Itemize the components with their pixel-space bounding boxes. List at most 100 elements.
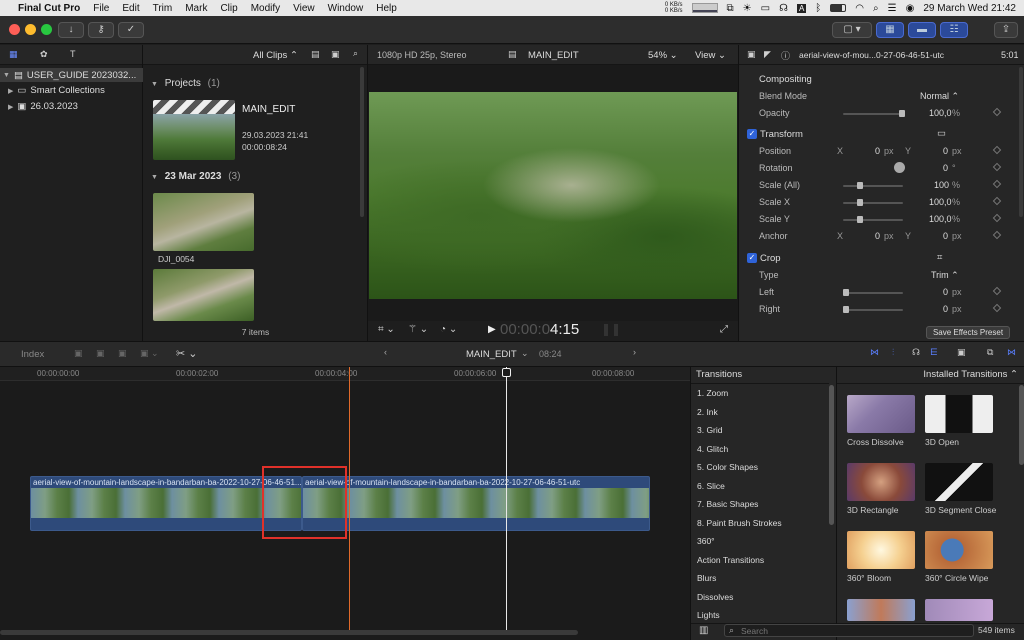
category-basic-shapes[interactable]: 7. Basic Shapes — [697, 499, 758, 509]
background-tasks-button[interactable]: ✓ — [118, 22, 144, 38]
clip-skimming-icon[interactable]: ⋈ — [870, 347, 879, 358]
clip-thumbnail[interactable] — [153, 269, 254, 321]
category-lights[interactable]: Lights — [697, 610, 720, 620]
crop-right-slider[interactable] — [843, 309, 903, 311]
scale-x-slider[interactable] — [843, 202, 903, 204]
share-button[interactable]: ⇪ — [994, 22, 1018, 38]
category-ink[interactable]: 2. Ink — [697, 407, 718, 417]
append-clip-icon[interactable]: ▣ — [118, 348, 127, 359]
crop-checkbox[interactable]: ✓ — [747, 253, 757, 263]
chevron-down-icon[interactable]: ⌄ — [521, 348, 529, 359]
menu-view[interactable]: View — [293, 3, 315, 14]
keyframe-icon[interactable] — [992, 145, 1002, 155]
playhead-handle[interactable] — [502, 368, 511, 377]
history-back-icon[interactable]: ‹ — [384, 347, 387, 357]
crop-left-slider-knob[interactable] — [843, 289, 849, 296]
transition-thumbnail[interactable] — [847, 463, 915, 501]
info-icon[interactable]: ⓘ — [781, 49, 790, 62]
keyframe-icon[interactable] — [992, 286, 1002, 296]
opacity-slider-knob[interactable] — [899, 110, 905, 117]
timeline-scrollbar[interactable] — [0, 630, 578, 635]
keyframe-icon[interactable] — [992, 196, 1002, 206]
timecode-display[interactable]: 00:00:04:15 — [500, 321, 579, 338]
inspector-scrollbar[interactable] — [1019, 67, 1023, 217]
category-360[interactable]: 360° — [697, 536, 715, 546]
keyframe-icon[interactable] — [992, 107, 1002, 117]
categories-scrollbar[interactable] — [829, 385, 834, 525]
menu-mark[interactable]: Mark — [185, 3, 207, 14]
menu-help[interactable]: Help — [376, 3, 397, 14]
transform-tool-icon[interactable]: ⌗ ⌄ — [378, 324, 395, 335]
category-dissolves[interactable]: Dissolves — [697, 592, 733, 602]
transition-thumbnail[interactable] — [847, 531, 915, 569]
timeline-ruler[interactable]: 00:00:00:00 00:00:02:00 00:00:04:00 00:0… — [0, 367, 690, 381]
scale-x-slider-knob[interactable] — [857, 199, 863, 206]
wifi-icon[interactable]: ◠ — [855, 3, 864, 14]
enhance-wand-icon[interactable]: ⚚ ⌄ — [408, 324, 428, 335]
crop-section[interactable]: ✓ Crop ⌗ — [739, 250, 1024, 267]
filter-icon[interactable]: ◤ — [764, 49, 771, 60]
transition-thumbnail[interactable] — [847, 395, 915, 433]
browser-toggle-button[interactable]: ▢ ▾ — [832, 22, 872, 38]
control-center-icon[interactable]: ☰ — [888, 3, 897, 14]
menu-edit[interactable]: Edit — [122, 3, 139, 14]
clock[interactable]: 29 March Wed 21:42 — [923, 3, 1016, 14]
clapper-icon[interactable]: ▦ — [9, 49, 18, 60]
photos-icon[interactable]: ✿ — [40, 49, 48, 60]
keyframe-icon[interactable] — [992, 213, 1002, 223]
crop-left-slider[interactable] — [843, 292, 903, 294]
zoom-window-button[interactable] — [41, 24, 52, 35]
menu-trim[interactable]: Trim — [153, 3, 173, 14]
sidebar-toggle-icon[interactable]: ▥ — [699, 625, 708, 636]
insert-clip-icon[interactable]: ▣ — [96, 348, 105, 359]
transition-thumbnail[interactable] — [925, 463, 993, 501]
app-menu[interactable]: Final Cut Pro — [18, 3, 80, 14]
speed-gauge-icon[interactable]: ◔ ⌄ — [440, 324, 457, 335]
close-window-button[interactable] — [9, 24, 20, 35]
category-glitch[interactable]: 4. Glitch — [697, 444, 728, 454]
crop-type-dropdown[interactable]: Trim ⌃ — [931, 270, 959, 281]
transition-thumbnail[interactable] — [925, 395, 993, 433]
transitions-scrollbar[interactable] — [1019, 385, 1024, 465]
crop-onscreen-icon[interactable]: ⌗ — [937, 252, 942, 263]
show-timeline-button[interactable]: ▬ — [908, 22, 936, 38]
screen-mirror-icon[interactable]: ⧉ — [727, 3, 734, 14]
browser-scrollbar[interactable] — [360, 67, 364, 217]
clip-appearance-icon[interactable]: ▣ — [331, 49, 340, 60]
clip-thumbnail[interactable] — [153, 193, 254, 251]
event-item[interactable]: ▶ ▣ 26.03.2023 — [8, 101, 78, 112]
search-icon[interactable]: ⌕ — [873, 3, 879, 14]
transition-thumbnail[interactable] — [925, 599, 993, 621]
keywords-button[interactable]: ⚷ — [88, 22, 114, 38]
film-icon[interactable]: ▣ — [747, 49, 756, 60]
menu-file[interactable]: File — [93, 3, 109, 14]
transitions-browser-icon[interactable]: ⋈ — [1007, 347, 1016, 358]
transform-checkbox[interactable]: ✓ — [747, 129, 757, 139]
solo-icon[interactable]: ☊ — [912, 347, 920, 358]
event-section-header[interactable]: ▼ 23 Mar 2023 (3) — [151, 171, 240, 182]
clip-appearance-icon[interactable]: ▣ — [957, 347, 966, 358]
display-icon[interactable]: ▭ — [761, 3, 770, 14]
disclosure-closed-icon[interactable]: ▶ — [8, 103, 13, 111]
titles-icon[interactable]: T — [70, 49, 76, 59]
bluetooth-icon[interactable]: ᛒ — [815, 3, 821, 14]
category-paint-brush-strokes[interactable]: 8. Paint Brush Strokes — [697, 518, 782, 528]
disclosure-closed-icon[interactable]: ▶ — [8, 87, 13, 95]
play-button[interactable]: ▶ — [488, 324, 496, 335]
fullscreen-icon[interactable]: ⤢ — [720, 324, 728, 335]
scale-all-slider-knob[interactable] — [857, 182, 863, 189]
transform-onscreen-icon[interactable]: ▭ — [937, 128, 946, 139]
audio-skimming-icon[interactable]: ⫶ — [892, 347, 894, 358]
disclosure-open-icon[interactable]: ▼ — [151, 81, 158, 88]
transition-thumbnail[interactable] — [925, 531, 993, 569]
timeline[interactable]: 00:00:00:00 00:00:02:00 00:00:04:00 00:0… — [0, 367, 690, 640]
transition-thumbnail[interactable] — [847, 599, 915, 621]
keyframe-icon[interactable] — [992, 179, 1002, 189]
category-zoom[interactable]: 1. Zoom — [697, 388, 728, 398]
video-frame[interactable] — [369, 92, 737, 299]
crop-right-slider-knob[interactable] — [843, 306, 849, 313]
save-effects-preset-button[interactable]: Save Effects Preset — [926, 326, 1010, 339]
timeline-clip[interactable]: aerial-view-of-mountain-landscape-in-ban… — [302, 476, 650, 531]
index-button[interactable]: Index — [21, 349, 44, 360]
playhead[interactable] — [506, 367, 507, 630]
